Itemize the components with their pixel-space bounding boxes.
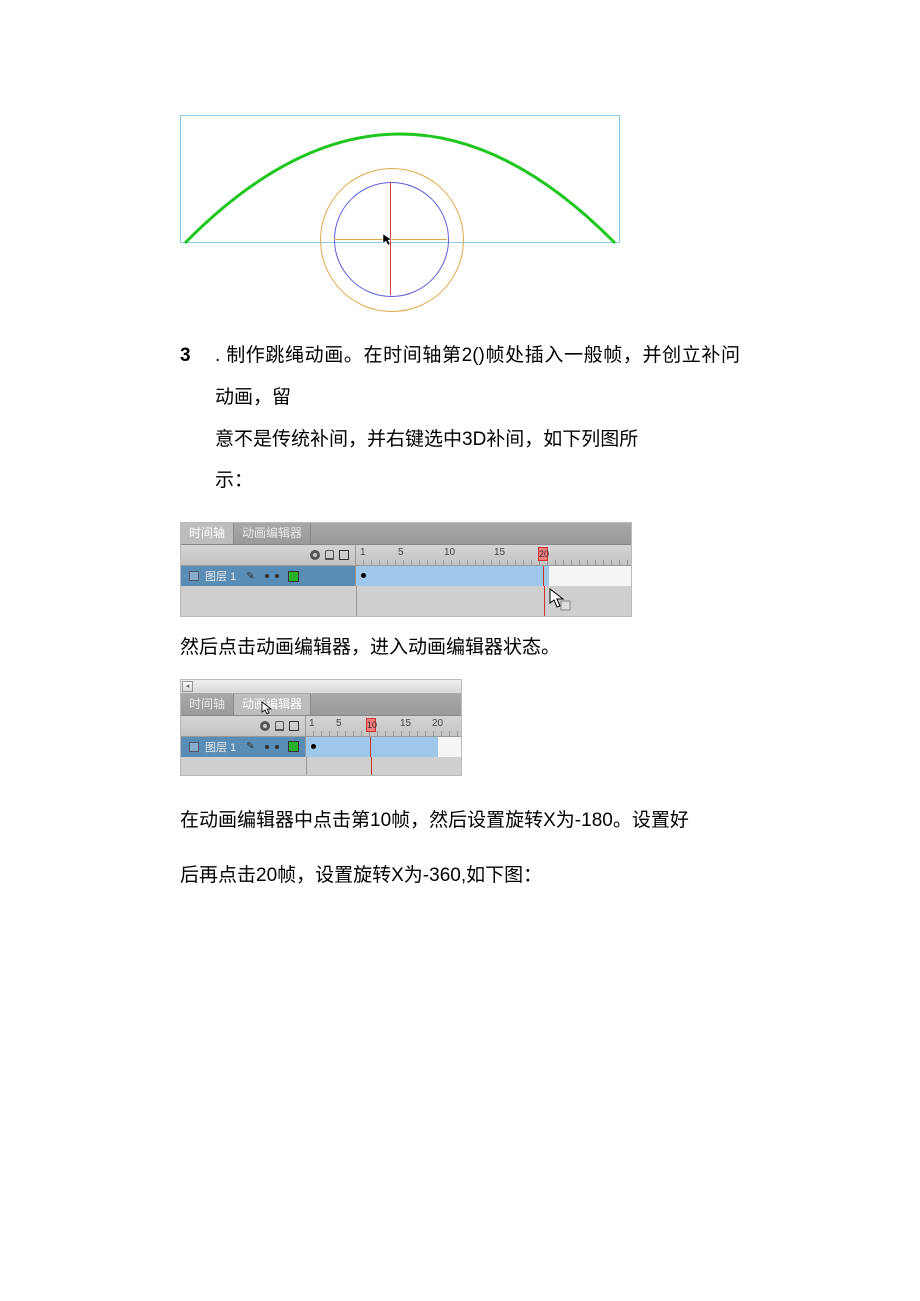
playhead-line	[370, 737, 371, 757]
dot-icon	[275, 745, 279, 749]
visibility-icon[interactable]	[310, 550, 320, 560]
timeline-bottom	[181, 586, 631, 616]
bottom-left	[181, 757, 307, 775]
timeline-header: 1 5 10 15 20	[181, 545, 631, 566]
panel-tabs: 时间轴 动画编辑器	[181, 694, 461, 716]
arc-figure	[180, 100, 620, 305]
visibility-icon[interactable]	[260, 721, 270, 731]
outline-icon[interactable]	[289, 721, 299, 731]
frame-ruler[interactable]: 1 5 10 15 20	[306, 716, 461, 736]
list-number: 3	[180, 335, 215, 377]
cursor-icon	[549, 588, 573, 617]
ruler-5: 5	[336, 718, 342, 729]
playhead-line	[543, 566, 544, 586]
ruler-1: 1	[360, 547, 366, 558]
empty-frames	[549, 566, 631, 586]
tab-anim-editor[interactable]: 动画编辑器	[234, 694, 311, 715]
panel-tabs: 时间轴 动画编辑器	[181, 523, 631, 545]
outline-icon[interactable]	[339, 550, 349, 560]
list-text: . 制作跳绳动画。在时间轴第2()帧处插入一般帧，并创立补问动画，留	[215, 335, 740, 419]
tab-anim-editor[interactable]: 动画编辑器	[234, 523, 311, 544]
step-3-block: 3 . 制作跳绳动画。在时间轴第2()帧处插入一般帧，并创立补问动画，留 意不是…	[180, 335, 740, 502]
frame-track[interactable]	[356, 566, 631, 586]
ruler-ticks	[356, 560, 631, 565]
frame-ruler[interactable]: 1 5 10 15 20	[356, 545, 631, 565]
document-page: 3 . 制作跳绳动画。在时间轴第2()帧处插入一般帧，并创立补问动画，留 意不是…	[0, 0, 920, 1007]
lock-icon[interactable]	[325, 550, 334, 560]
ruler-20: 20	[432, 718, 443, 729]
keyframe-icon	[361, 573, 366, 578]
ruler-15: 15	[494, 547, 505, 558]
timeline-header: 1 5 10 15 20	[181, 716, 461, 737]
ruler-ticks	[306, 731, 461, 736]
playhead-marker[interactable]: 10	[366, 718, 376, 732]
list-item: 3 . 制作跳绳动画。在时间轴第2()帧处插入一般帧，并创立补问动画，留	[180, 335, 740, 419]
step-line1: 制作跳绳动画。在时间轴第2()帧处插入一般帧，并创立补问动画，留	[215, 345, 740, 408]
pencil-icon: ✎	[246, 741, 254, 752]
playhead-line	[371, 757, 372, 775]
frame-track[interactable]	[306, 737, 461, 757]
final-para-l2: 后再点击20帧，设置旋转X为-360,如下图：	[180, 855, 740, 897]
ruler-5: 5	[398, 547, 404, 558]
color-swatch[interactable]	[288, 571, 299, 582]
scroll-left-icon[interactable]: ◂	[182, 681, 193, 692]
bottom-right	[357, 586, 631, 616]
tab-timeline[interactable]: 时间轴	[181, 523, 234, 544]
dot-icon	[275, 574, 279, 578]
tab-timeline[interactable]: 时间轴	[181, 694, 234, 715]
vertical-line-icon	[390, 182, 391, 295]
layer-name: 图层 1	[205, 568, 236, 584]
pencil-icon: ✎	[246, 571, 254, 582]
layer-icon	[189, 571, 199, 581]
ruler-10: 10	[444, 547, 455, 558]
bottom-right	[307, 757, 461, 775]
playhead-marker[interactable]: 20	[538, 547, 548, 561]
bottom-left	[181, 586, 357, 616]
ruler-1: 1	[309, 718, 315, 729]
empty-frames	[438, 737, 461, 757]
layer-label-area: 图层 1 ✎	[181, 737, 306, 757]
step-line2: 意不是传统补间，并右键选中3D补间，如下列图所	[215, 419, 740, 461]
ruler-15: 15	[400, 718, 411, 729]
timeline-panel-2: ◂ 时间轴 动画编辑器 1 5 10 15 20	[180, 679, 462, 776]
layer-icon	[189, 742, 199, 752]
scrollbar[interactable]: ◂	[181, 680, 461, 694]
layer-name: 图层 1	[205, 739, 236, 755]
header-controls	[181, 545, 356, 565]
step-line3: 示：	[215, 460, 740, 502]
header-controls	[181, 716, 306, 736]
dot-icon	[265, 745, 269, 749]
dot-icon	[265, 574, 269, 578]
para-after-timeline1: 然后点击动画编辑器，进入动画编辑器状态。	[180, 627, 740, 669]
timeline-panel-1: 时间轴 动画编辑器 1 5 10 15 20 图层 1 ✎	[180, 522, 632, 617]
keyframe-icon	[311, 744, 316, 749]
layer-row[interactable]: 图层 1 ✎	[181, 566, 631, 586]
layer-label-area: 图层 1 ✎	[181, 566, 356, 586]
lock-icon[interactable]	[275, 721, 284, 731]
final-para-l1: 在动画编辑器中点击第10帧，然后设置旋转X为-180。设置好	[180, 796, 740, 845]
timeline-bottom	[181, 757, 461, 775]
layer-row[interactable]: 图层 1 ✎	[181, 737, 461, 757]
color-swatch[interactable]	[288, 741, 299, 752]
playhead-line	[544, 586, 545, 616]
